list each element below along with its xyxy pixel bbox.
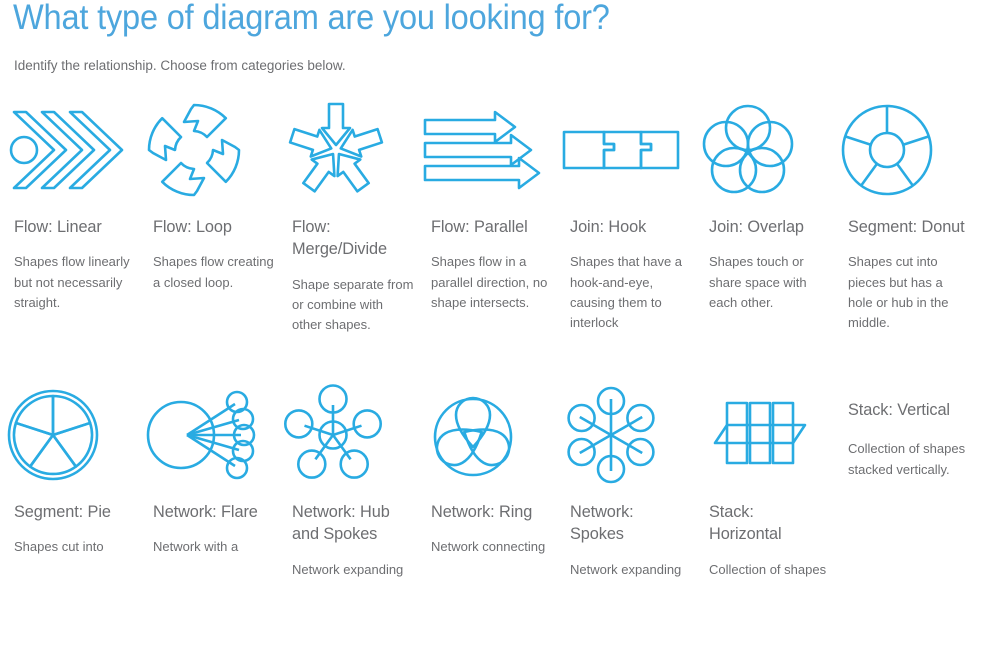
category-description: Shapes flow in a parallel direction, no …: [431, 254, 548, 310]
category-label: Stack: Vertical: [848, 400, 950, 419]
flow-linear-icon: [0, 100, 139, 200]
category-description: Shapes cut into: [14, 539, 104, 555]
category-card-flow-parallel[interactable]: Flow: Parallel Shapes flow in a parallel…: [417, 100, 556, 313]
category-label: Stack: Horizontal: [709, 502, 782, 544]
category-card-network-spokes[interactable]: Network: Spokes Network expanding: [556, 385, 695, 580]
category-label: Flow: Parallel: [431, 217, 528, 236]
category-description: Shapes cut into pieces but has a hole or…: [848, 254, 949, 330]
page-subtitle: Identify the relationship. Choose from c…: [14, 58, 346, 73]
category-label: Flow: Linear: [14, 217, 102, 236]
category-label: Segment: Donut: [848, 217, 965, 236]
category-card-network-ring[interactable]: Network: Ring Network connecting: [417, 385, 556, 558]
category-card-stack-horizontal[interactable]: Stack: Horizontal Collection of shapes: [695, 385, 834, 580]
category-description: Shapes flow creating a closed loop.: [153, 254, 274, 290]
category-description: Shapes that have a hook-and-eye, causing…: [570, 254, 683, 330]
category-label: Flow: Merge/Divide: [292, 217, 387, 259]
category-row: Segment: Pie Shapes cut into Network: Fl…: [0, 384, 1000, 670]
category-label: Segment: Pie: [14, 502, 111, 521]
network-spokes-icon: [556, 385, 695, 485]
category-description: Collection of shapes: [709, 561, 827, 577]
category-label: Network: Flare: [153, 502, 258, 521]
category-card-flow-merge-divide[interactable]: Flow: Merge/Divide Shape separate from o…: [278, 100, 417, 335]
category-description: Network expanding: [292, 561, 404, 577]
category-card-join-overlap[interactable]: Join: Overlap Shapes touch or share spac…: [695, 100, 834, 313]
category-grid: Flow: Linear Shapes flow linearly but no…: [0, 100, 1000, 670]
category-card-network-hub-and-spokes[interactable]: Network: Hub and Spokes Network expandin…: [278, 384, 417, 580]
category-label: Join: Hook: [570, 217, 647, 236]
category-card-join-hook[interactable]: Join: Hook Shapes that have a hook-and-e…: [556, 100, 695, 333]
category-card-flow-linear[interactable]: Flow: Linear Shapes flow linearly but no…: [0, 100, 139, 313]
segment-donut-icon: [834, 100, 973, 200]
category-description: Network with a: [153, 539, 239, 555]
category-description: Shapes touch or share space with each ot…: [709, 254, 807, 310]
category-description: Shapes flow linearly but not necessarily…: [14, 254, 130, 310]
category-label: Network: Hub and Spokes: [292, 502, 390, 544]
segment-pie-icon: [0, 385, 139, 485]
category-card-flow-loop[interactable]: Flow: Loop Shapes flow creating a closed…: [139, 100, 278, 293]
join-overlap-icon: [695, 100, 834, 200]
flow-loop-icon: [139, 100, 278, 200]
category-description: Collection of shapes stacked vertically.: [848, 441, 966, 477]
flow-merge-divide-icon: [278, 100, 417, 200]
category-label: Flow: Loop: [153, 217, 232, 236]
category-card-segment-pie[interactable]: Segment: Pie Shapes cut into: [0, 385, 139, 558]
category-card-stack-vertical[interactable]: Stack: Vertical Collection of shapes sta…: [834, 385, 973, 480]
stack-horizontal-icon: [695, 385, 834, 485]
category-card-segment-donut[interactable]: Segment: Donut Shapes cut into pieces bu…: [834, 100, 973, 333]
network-hub-spokes-icon: [278, 384, 417, 485]
category-label: Network: Spokes: [570, 502, 634, 544]
category-description: Network expanding: [570, 561, 682, 577]
category-label: Network: Ring: [431, 502, 533, 521]
category-card-network-flare[interactable]: Network: Flare Network with a: [139, 385, 278, 558]
network-ring-icon: [417, 385, 556, 485]
diagram-category-page: What type of diagram are you looking for…: [0, 0, 1000, 588]
network-flare-icon: [139, 385, 278, 485]
page-title: What type of diagram are you looking for…: [13, 0, 610, 37]
category-row: Flow: Linear Shapes flow linearly but no…: [0, 100, 1000, 385]
category-label: Join: Overlap: [709, 217, 804, 236]
category-description: Shape separate from or combine with othe…: [292, 276, 414, 333]
category-description: Network connecting: [431, 539, 546, 555]
flow-parallel-icon: [417, 100, 556, 200]
join-hook-icon: [556, 100, 695, 200]
